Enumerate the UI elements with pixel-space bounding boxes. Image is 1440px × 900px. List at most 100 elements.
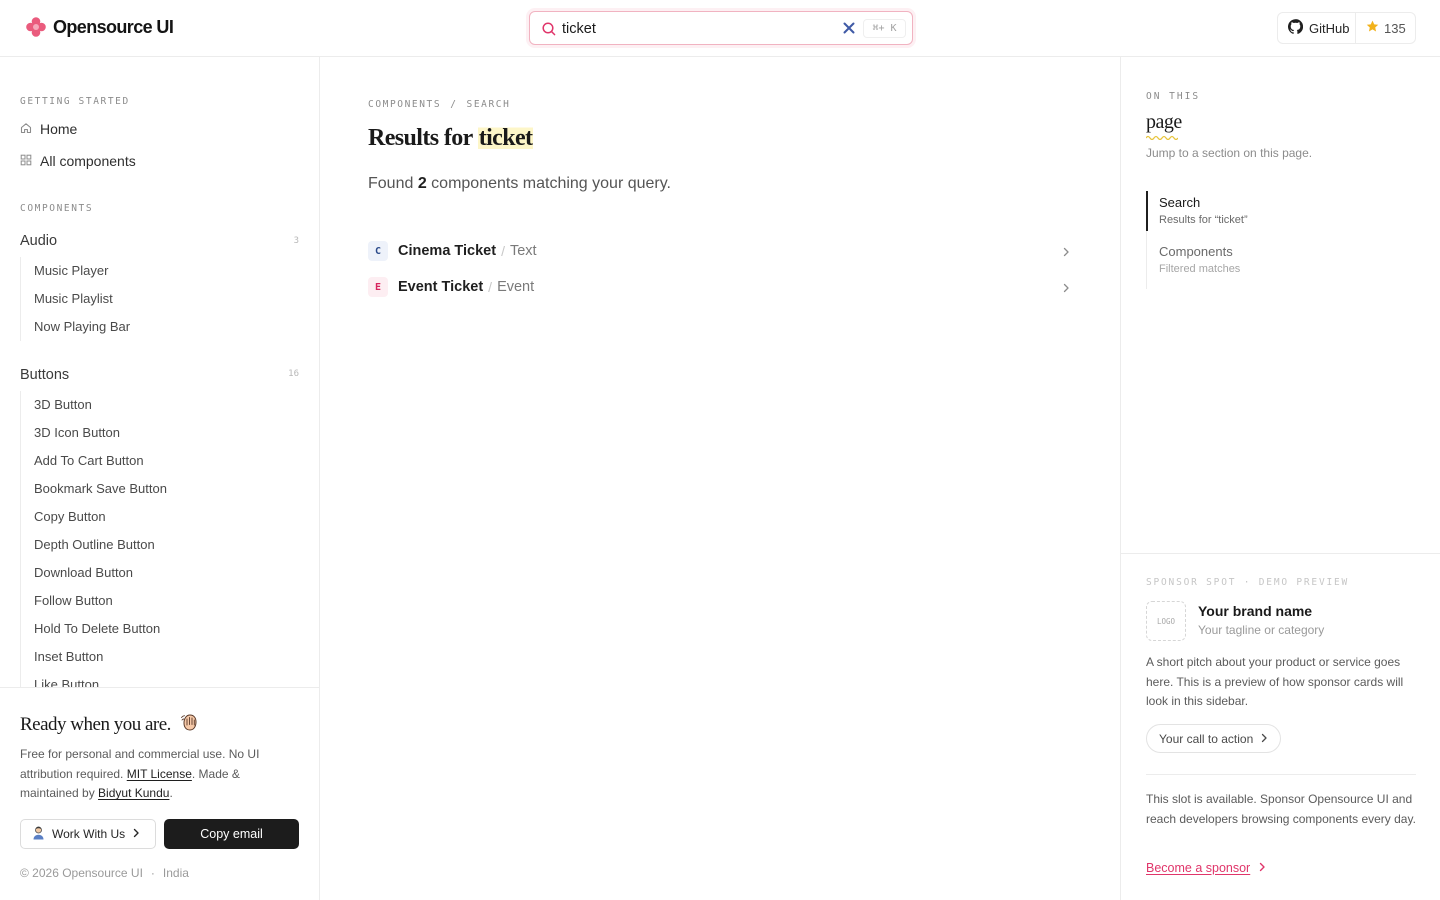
ready-title-text: Ready when you are.	[20, 714, 171, 735]
top-bar: Opensource UI ⌘+ K GitHub 135	[0, 0, 1440, 57]
sidebar-item-3d-icon-button[interactable]: 3D Icon Button	[21, 419, 167, 447]
copyright-text: © 2026 Opensource UI	[20, 866, 143, 880]
toc-subtitle: Jump to a section on this page.	[1146, 146, 1313, 160]
sidebar-item-hold-to-delete-button[interactable]: Hold To Delete Button	[21, 615, 167, 643]
sidebar-item-follow-button[interactable]: Follow Button	[21, 587, 167, 615]
found-count: 2	[417, 175, 427, 192]
sidebar-item-copy-button[interactable]: Copy Button	[21, 503, 167, 531]
sidebar-item-depth-outline-button[interactable]: Depth Outline Button	[21, 531, 167, 559]
sponsor-logo-placeholder: LOGO	[1146, 601, 1186, 641]
sidebar-item-bookmark-save-button[interactable]: Bookmark Save Button	[21, 475, 167, 503]
sponsor-card: SPONSOR SPOT · DEMO PREVIEW LOGO Your br…	[1121, 553, 1440, 900]
result-separator: /	[488, 279, 493, 295]
author-link[interactable]: Bidyut Kundu	[98, 786, 169, 800]
star-count-button[interactable]: 135	[1356, 13, 1406, 43]
toc-item-subtitle: Filtered matches	[1159, 263, 1241, 275]
toc-title: page	[1146, 111, 1182, 140]
page-title: Results for ticket	[368, 125, 534, 152]
country-text: India	[162, 866, 189, 880]
buttons-list: 3D Button 3D Icon Button Add To Cart But…	[20, 391, 167, 687]
search-box: ⌘+ K	[529, 11, 913, 45]
group-count-audio: 3	[293, 236, 299, 246]
copyright: © 2026 Opensource UI · India	[20, 866, 189, 880]
result-category: Event	[497, 279, 535, 295]
squiggle-underline-icon	[1146, 135, 1178, 140]
sidebar-item-3d-button[interactable]: 3D Button	[21, 391, 167, 419]
license-text-3: .	[169, 786, 173, 800]
github-group: GitHub 135	[1277, 12, 1416, 44]
waving-hand-icon	[179, 711, 201, 739]
ready-title: Ready when you are.	[20, 711, 201, 739]
sidebar-nav[interactable]: GETTING STARTED Home All components COMP…	[0, 57, 319, 687]
chevron-right-icon	[132, 827, 140, 841]
keyboard-shortcut: ⌘+ K	[863, 19, 906, 38]
become-sponsor-label: Become a sponsor	[1146, 861, 1251, 875]
sidebar-item-label: Home	[40, 121, 78, 137]
search-icon	[541, 21, 557, 37]
sidebar-item-music-playlist[interactable]: Music Playlist	[21, 285, 130, 313]
brand-logo-icon	[25, 16, 47, 38]
become-sponsor-link[interactable]: Become a sponsor	[1146, 861, 1266, 875]
sidebar-item-inset-button[interactable]: Inset Button	[21, 643, 167, 671]
result-separator: /	[501, 243, 505, 259]
sponsor-cta-label: Your call to action	[1159, 731, 1254, 746]
brand[interactable]: Opensource UI	[25, 16, 174, 38]
chevron-right-icon	[1260, 732, 1268, 746]
chevron-right-icon	[1060, 281, 1072, 293]
result-name: Cinema Ticket	[398, 243, 497, 259]
sidebar-group-audio[interactable]: Audio	[20, 233, 57, 249]
work-with-us-button[interactable]: Work With Us	[20, 819, 156, 849]
work-with-us-label: Work With Us	[52, 827, 126, 841]
result-event-ticket[interactable]: E Event Ticket / Event	[368, 269, 1072, 305]
sidebar-item-all-components[interactable]: All components	[20, 153, 136, 169]
github-button[interactable]: GitHub	[1278, 13, 1356, 43]
toc-item-search[interactable]: Search Results for “ticket”	[1146, 191, 1416, 231]
sidebar-item-like-button[interactable]: Like Button	[21, 671, 167, 687]
toc-item-title: Components	[1159, 244, 1233, 259]
result-badge: E	[368, 277, 388, 297]
sidebar-item-home[interactable]: Home	[20, 121, 77, 137]
sidebar: GETTING STARTED Home All components COMP…	[0, 57, 320, 900]
toc-list: Search Results for “ticket” Components F…	[1146, 191, 1416, 289]
sponsor-availability: This slot is available. Sponsor Opensour…	[1146, 792, 1416, 826]
sidebar-item-download-button[interactable]: Download Button	[21, 559, 167, 587]
star-count: 135	[1384, 20, 1406, 36]
page-title-prefix: Results for	[368, 125, 478, 151]
chevron-right-icon	[1060, 245, 1072, 257]
sponsor-brand-name: Your brand name	[1198, 603, 1313, 619]
found-prefix: Found	[368, 175, 418, 192]
page-title-query: ticket	[477, 125, 534, 151]
sponsor-label: SPONSOR SPOT · DEMO PREVIEW	[1146, 577, 1350, 588]
breadcrumb-search: SEARCH	[466, 99, 511, 110]
sidebar-item-music-player[interactable]: Music Player	[21, 257, 130, 285]
search-input[interactable]	[562, 18, 832, 40]
sidebar-footer: Ready when you are. Free for personal an…	[0, 687, 319, 900]
home-icon	[20, 121, 32, 137]
copy-email-button[interactable]: Copy email	[164, 819, 299, 849]
sidebar-item-label: All components	[40, 153, 136, 169]
found-suffix: components matching your query.	[426, 175, 671, 192]
brand-name: Opensource UI	[53, 16, 174, 37]
audio-list: Music Player Music Playlist Now Playing …	[20, 257, 130, 341]
mit-license-link[interactable]: MIT License	[127, 767, 192, 781]
sidebar-item-add-to-cart-button[interactable]: Add To Cart Button	[21, 447, 167, 475]
person-avatar-icon	[32, 826, 45, 843]
sponsor-cta-button[interactable]: Your call to action	[1146, 724, 1282, 753]
toc-item-components[interactable]: Components Filtered matches	[1147, 240, 1416, 280]
right-rail: ON THIS page Jump to a section on this p…	[1120, 57, 1440, 900]
result-badge: C	[368, 241, 388, 261]
results-list: C Cinema Ticket / Text E Event Ticket / …	[368, 233, 1072, 305]
breadcrumb-separator: /	[450, 99, 458, 110]
sidebar-group-buttons[interactable]: Buttons	[20, 367, 69, 383]
results-summary: Found 2 components matching your query.	[368, 175, 671, 193]
sponsor-tagline: Your tagline or category	[1198, 623, 1325, 637]
star-icon	[1366, 20, 1379, 36]
clear-search-icon[interactable]	[841, 20, 857, 36]
breadcrumb-components[interactable]: COMPONENTS	[368, 99, 441, 110]
result-cinema-ticket[interactable]: C Cinema Ticket / Text	[368, 233, 1072, 269]
copyright-separator: ·	[150, 866, 155, 880]
chevron-right-icon	[1258, 861, 1266, 875]
toc-label: ON THIS	[1146, 91, 1201, 102]
sidebar-item-now-playing-bar[interactable]: Now Playing Bar	[21, 313, 130, 341]
group-count-buttons: 16	[288, 369, 299, 379]
